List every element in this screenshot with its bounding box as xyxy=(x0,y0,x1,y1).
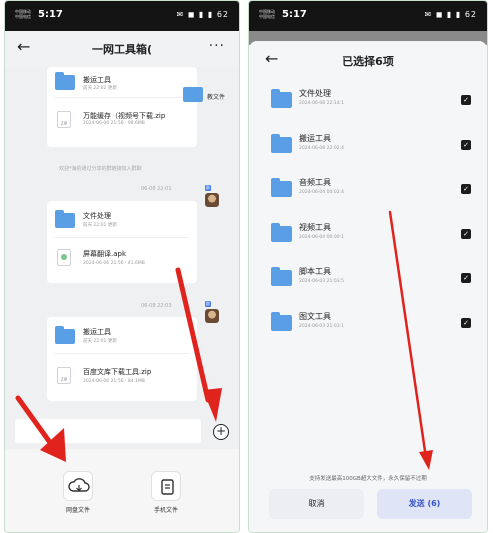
selection-sheet: ← 已选择6项 文件处理 2024-06-08 22:14:1 ✓ 搬运工具 2… xyxy=(249,41,487,532)
folder-icon xyxy=(55,72,75,90)
dragged-folder-icon[interactable] xyxy=(183,87,203,102)
document-icon xyxy=(161,479,174,495)
item-meta: 2024-06-08 22:02:4 xyxy=(299,146,344,151)
checkbox-checked[interactable]: ✓ xyxy=(461,140,471,150)
status-icons: ✉ ◼ ▮ ▮ 62 xyxy=(424,10,477,19)
file-meta: 2024-06-06 21:56 · 41.6MB xyxy=(83,261,145,266)
item-name: 视频工具 xyxy=(299,223,331,232)
folder-icon xyxy=(271,134,292,153)
carrier-2: 中国电信 xyxy=(259,14,275,19)
folder-icon xyxy=(271,312,292,331)
zip-file-icon: ZIP xyxy=(57,367,71,384)
folder-meta: 前天 22:01 更新 xyxy=(83,339,117,344)
file-meta: 2024-06-06 21:56 · 84.1MB xyxy=(83,379,145,384)
folder-icon xyxy=(271,178,292,197)
selection-screen: 中国移动 中国电信 5:17 ✉ ◼ ▮ ▮ 62 ← 已选择6项 文件处理 2… xyxy=(248,0,488,533)
admin-badge: 群 xyxy=(205,185,211,191)
folder-name: 搬运工具 xyxy=(83,328,111,336)
item-name: 脚本工具 xyxy=(299,267,331,276)
shared-files-card-1[interactable]: 搬运工具 前天 22:02 更新 ZIP 万能缓存（视频号下载.zip 2024… xyxy=(47,67,197,147)
checkbox-checked[interactable]: ✓ xyxy=(461,184,471,194)
message-input[interactable] xyxy=(15,419,201,443)
phone-files-label: 手机文件 xyxy=(153,507,178,514)
folder-meta: 前天 22:01 更新 xyxy=(83,223,117,228)
divider xyxy=(55,353,189,354)
folder-name: 文件处理 xyxy=(83,212,111,220)
cancel-button[interactable]: 取消 xyxy=(269,489,364,519)
cloud-files-button[interactable] xyxy=(63,471,93,501)
chat-screen: 中国移动 中国电信 5:17 ✉ ◼ ▮ ▮ 62 ← 一网工具箱( ··· 搬… xyxy=(4,0,240,533)
attachment-panel: 网盘文件 手机文件 xyxy=(5,449,239,532)
dragged-folder-label: 教文件 xyxy=(207,94,226,101)
item-meta: 2024-06-04 00:02:4 xyxy=(299,190,344,195)
shared-files-card-3[interactable]: 搬运工具 前天 22:01 更新 ZIP 百度文库下载工具.zip 2024-0… xyxy=(47,317,197,401)
phone-files-button[interactable] xyxy=(151,471,181,501)
file-name: 屏幕翻译.apk xyxy=(83,250,127,258)
timestamp: 06-08 22:01 xyxy=(141,186,172,192)
divider xyxy=(55,237,189,238)
status-bar: 中国移动 中国电信 5:17 ✉ ◼ ▮ ▮ 62 xyxy=(5,1,239,31)
item-meta: 2024-06-03 21:03:1 xyxy=(299,324,344,329)
send-size-note: 支持发送最高100GB超大文件，永久保留不过期 xyxy=(309,476,427,482)
status-bar: 中国移动 中国电信 5:17 ✉ ◼ ▮ ▮ 62 xyxy=(249,1,487,31)
folder-icon xyxy=(271,89,292,108)
send-button[interactable]: 发送 (6) xyxy=(377,489,472,519)
carrier-2: 中国电信 xyxy=(15,14,31,19)
item-name: 图文工具 xyxy=(299,312,331,321)
folder-icon xyxy=(271,267,292,286)
folder-icon xyxy=(55,210,75,228)
shared-files-card-2[interactable]: 文件处理 前天 22:01 更新 屏幕翻译.apk 2024-06-06 21:… xyxy=(47,201,197,283)
avatar[interactable] xyxy=(205,193,219,207)
chat-header: ← 一网工具箱( ··· xyxy=(5,31,239,67)
item-meta: 2024-06-04 00:00:1 xyxy=(299,235,344,240)
status-icons: ✉ ◼ ▮ ▮ 62 xyxy=(176,10,229,19)
folder-meta: 前天 22:02 更新 xyxy=(83,86,117,91)
cloud-icon xyxy=(68,478,90,492)
folder-icon xyxy=(55,326,75,344)
checkbox-checked[interactable]: ✓ xyxy=(461,273,471,283)
system-message: 欢迎*海豹通过分享的群链接加入群聊 xyxy=(59,166,142,172)
avatar[interactable] xyxy=(205,309,219,323)
checkbox-checked[interactable]: ✓ xyxy=(461,318,471,328)
checkbox-checked[interactable]: ✓ xyxy=(461,95,471,105)
more-options-icon[interactable]: ··· xyxy=(209,38,225,54)
folder-icon xyxy=(271,223,292,242)
apk-file-icon xyxy=(57,249,71,266)
carrier-labels: 中国移动 中国电信 xyxy=(15,9,31,19)
item-name: 搬运工具 xyxy=(299,134,331,143)
selection-title: 已选择6项 xyxy=(342,55,394,68)
carrier-labels: 中国移动 中国电信 xyxy=(259,9,275,19)
checkbox-checked[interactable]: ✓ xyxy=(461,229,471,239)
item-name: 文件处理 xyxy=(299,89,331,98)
file-name: 百度文库下载工具.zip xyxy=(83,368,152,376)
timestamp: 06-08 22:03 xyxy=(141,303,172,309)
plus-circle-icon[interactable]: + xyxy=(213,424,229,440)
screenshot-root: 中国移动 中国电信 5:17 ✉ ◼ ▮ ▮ 62 ← 一网工具箱( ··· 搬… xyxy=(0,0,493,533)
item-meta: 2024-06-08 22:14:1 xyxy=(299,101,344,106)
cloud-files-label: 网盘文件 xyxy=(65,507,90,514)
status-time: 5:17 xyxy=(38,9,63,20)
file-meta: 2024-06-06 21:56 · 98.6MB xyxy=(83,121,145,126)
item-meta: 2024-06-03 21:03:5 xyxy=(299,279,344,284)
zip-file-icon: ZIP xyxy=(57,111,71,128)
divider xyxy=(55,97,189,98)
item-name: 音频工具 xyxy=(299,178,331,187)
folder-name: 搬运工具 xyxy=(83,76,111,84)
file-name: 万能缓存（视频号下载.zip xyxy=(83,112,166,120)
admin-badge: 群 xyxy=(205,301,211,307)
chat-title: 一网工具箱( xyxy=(91,43,153,56)
status-time: 5:17 xyxy=(282,9,307,20)
